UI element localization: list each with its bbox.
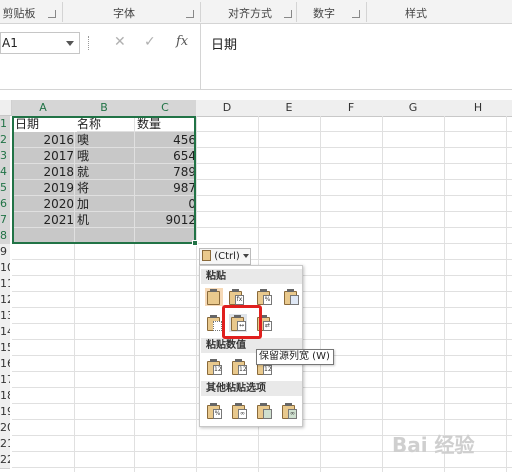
row-header[interactable]: 7: [0, 212, 10, 229]
tooltip: 保留源列宽 (W): [256, 349, 334, 365]
clipboard-group-label: 剪贴板: [2, 7, 36, 20]
splitter-handle[interactable]: [88, 36, 90, 50]
clipboard-icon: [202, 250, 211, 261]
alignment-group-label: 对齐方式: [228, 7, 272, 20]
row-header[interactable]: 21: [0, 436, 10, 453]
row-header[interactable]: 22: [0, 452, 10, 469]
keep-source-formatting-icon[interactable]: [282, 288, 300, 306]
row-header[interactable]: 16: [0, 356, 10, 373]
row-header[interactable]: 13: [0, 308, 10, 325]
row-header[interactable]: 8: [0, 228, 10, 245]
group-divider: [62, 2, 63, 22]
row-header[interactable]: 19: [0, 404, 10, 421]
row-header[interactable]: 20: [0, 420, 10, 437]
row-header[interactable]: 9: [0, 244, 10, 261]
selection-border: [12, 116, 196, 244]
group-divider: [200, 2, 201, 22]
styles-group-label: 样式: [405, 7, 427, 20]
paste-link-icon[interactable]: ∞: [230, 402, 248, 420]
cancel-icon[interactable]: ✕: [114, 34, 126, 50]
gridline: [12, 259, 512, 260]
formatting-icon[interactable]: %: [205, 402, 223, 420]
number-group-label: 数字: [313, 7, 335, 20]
no-borders-icon[interactable]: [205, 314, 223, 332]
paste-options-label: (Ctrl): [214, 251, 240, 262]
row-header[interactable]: 1: [0, 116, 10, 133]
column-header-e[interactable]: E: [258, 100, 321, 117]
paste-section-header: 粘贴: [201, 269, 302, 284]
formula-buttons: ✕ ✓ fx: [96, 32, 196, 54]
group-divider: [366, 2, 367, 22]
paste-icon[interactable]: [205, 288, 223, 306]
row-header[interactable]: 2: [0, 132, 10, 149]
column-header-f[interactable]: F: [320, 100, 383, 117]
formula-bar: A1 ✕ ✓ fx 日期: [0, 24, 512, 90]
formulas-number-format-icon[interactable]: %: [255, 288, 273, 306]
picture-icon[interactable]: [255, 402, 273, 420]
row-header[interactable]: 3: [0, 148, 10, 165]
formula-input[interactable]: 日期: [200, 24, 512, 90]
clipboard-launcher-icon[interactable]: [48, 10, 56, 18]
paste-options-menu: 粘贴 粘贴数值 其他粘贴选项 fx % ↔ ⇄ 123 123 123 % ∞: [199, 265, 303, 427]
other-paste-section-header: 其他粘贴选项: [201, 381, 302, 396]
row-header[interactable]: 5: [0, 180, 10, 197]
watermark: Bai 经验: [392, 433, 475, 457]
name-box-value: A1: [2, 36, 18, 50]
row-header[interactable]: 18: [0, 388, 10, 405]
number-launcher-icon[interactable]: [352, 10, 360, 18]
row-header[interactable]: 17: [0, 372, 10, 389]
column-header-d[interactable]: D: [196, 100, 259, 117]
ribbon-group-labels: 剪贴板 字体 对齐方式 数字 样式: [0, 0, 512, 24]
paste-options-button[interactable]: (Ctrl): [199, 248, 251, 265]
font-launcher-icon[interactable]: [186, 10, 194, 18]
name-box[interactable]: A1: [0, 32, 80, 54]
column-header-g[interactable]: G: [382, 100, 445, 117]
row-header[interactable]: 6: [0, 196, 10, 213]
chevron-down-icon[interactable]: [66, 41, 74, 46]
row-header[interactable]: 15: [0, 340, 10, 357]
values-number-format-icon[interactable]: 123: [230, 358, 248, 376]
insert-function-icon[interactable]: fx: [176, 34, 188, 49]
enter-icon[interactable]: ✓: [144, 34, 156, 50]
highlight-annotation: [222, 305, 262, 339]
row-header[interactable]: 11: [0, 276, 10, 293]
values-icon[interactable]: 123: [205, 358, 223, 376]
row-header[interactable]: 12: [0, 292, 10, 309]
formulas-icon[interactable]: fx: [227, 288, 245, 306]
row-header[interactable]: 4: [0, 164, 10, 181]
fill-handle[interactable]: [192, 240, 198, 246]
font-group-label: 字体: [113, 7, 135, 20]
group-divider: [296, 2, 297, 22]
row-header[interactable]: 14: [0, 324, 10, 341]
linked-picture-icon[interactable]: ∞: [280, 402, 298, 420]
chevron-down-icon: [242, 254, 249, 258]
row-header[interactable]: 10: [0, 260, 10, 277]
gridline: [12, 467, 512, 468]
select-all-corner[interactable]: [0, 100, 12, 116]
column-header-h[interactable]: H: [444, 100, 512, 117]
alignment-launcher-icon[interactable]: [284, 10, 292, 18]
